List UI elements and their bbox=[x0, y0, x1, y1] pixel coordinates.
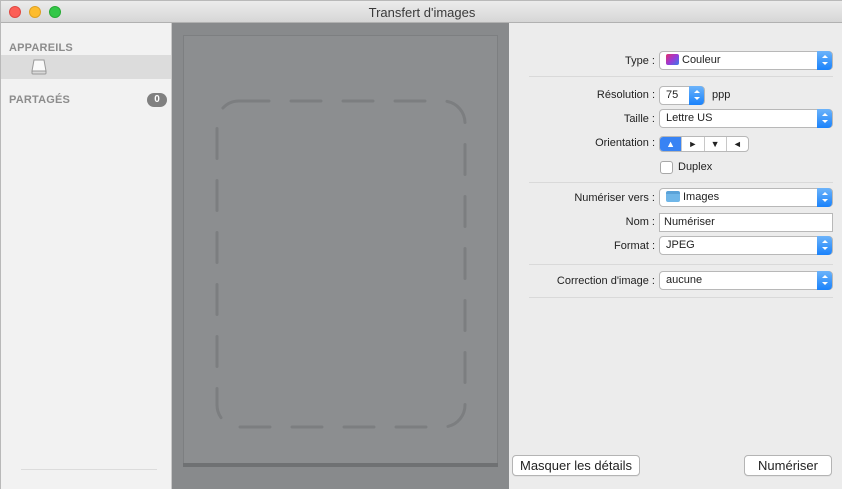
portrait-inverted-icon[interactable]: ▼ bbox=[705, 137, 727, 151]
color-mode-icon bbox=[666, 54, 679, 65]
scanner-drive-icon bbox=[31, 59, 47, 75]
scan-settings-panel: Type : Couleur Résolution : 75 ppp Taill… bbox=[509, 23, 842, 489]
orientation-segmented-control: ▲ ► ▼ ◄ bbox=[659, 136, 749, 152]
scan-to-value: Images bbox=[683, 191, 720, 203]
orientation-label: Orientation : bbox=[595, 137, 655, 149]
image-correction-value: aucune bbox=[666, 274, 703, 286]
type-value: Couleur bbox=[682, 54, 721, 66]
type-label: Type : bbox=[625, 55, 655, 67]
duplex-label: Duplex bbox=[678, 161, 713, 173]
name-field[interactable]: Numériser bbox=[659, 213, 833, 232]
hide-details-button[interactable]: Masquer les détails bbox=[512, 455, 640, 476]
scan-to-popup[interactable]: Images bbox=[659, 188, 833, 207]
type-popup[interactable]: Couleur bbox=[659, 51, 833, 70]
name-label: Nom : bbox=[625, 216, 655, 228]
format-value: JPEG bbox=[666, 239, 695, 251]
chevron-updown-icon bbox=[817, 271, 832, 290]
scan-to-label: Numériser vers : bbox=[574, 192, 655, 204]
scan-area-selection-frame[interactable] bbox=[215, 99, 467, 429]
devices-section-header: APPAREILS bbox=[9, 42, 73, 54]
chevron-updown-icon bbox=[817, 51, 832, 70]
preview-bottom-bar bbox=[183, 463, 498, 467]
size-popup[interactable]: Lettre US bbox=[659, 109, 833, 128]
title-bar: Transfert d'images bbox=[1, 1, 842, 23]
format-label: Format : bbox=[614, 240, 655, 252]
separator bbox=[529, 264, 833, 265]
format-popup[interactable]: JPEG bbox=[659, 236, 833, 255]
resolution-value: 75 bbox=[666, 89, 679, 101]
image-correction-label: Correction d'image : bbox=[556, 275, 655, 287]
chevron-updown-icon bbox=[689, 86, 704, 105]
sidebar: APPAREILS PARTAGÉS 0 bbox=[1, 23, 172, 489]
shared-count-badge: 0 bbox=[147, 93, 167, 107]
sidebar-item-scanner[interactable] bbox=[1, 55, 171, 79]
chevron-updown-icon bbox=[817, 109, 832, 128]
shared-section-header: PARTAGÉS bbox=[9, 94, 71, 106]
window-title: Transfert d'images bbox=[368, 5, 476, 20]
landscape-right-icon[interactable]: ► bbox=[682, 137, 705, 151]
sidebar-divider bbox=[21, 469, 157, 470]
separator bbox=[529, 182, 833, 183]
size-label: Taille : bbox=[623, 113, 655, 125]
chevron-updown-icon bbox=[817, 236, 832, 255]
separator bbox=[529, 297, 833, 298]
app-window: Transfert d'images APPAREILS PARTAGÉS 0 … bbox=[0, 0, 842, 489]
resolution-label: Résolution : bbox=[596, 89, 655, 101]
scan-button[interactable]: Numériser bbox=[744, 455, 832, 476]
separator bbox=[529, 76, 833, 77]
folder-icon bbox=[666, 191, 680, 202]
landscape-left-icon[interactable]: ◄ bbox=[727, 137, 748, 151]
size-value: Lettre US bbox=[666, 112, 713, 124]
chevron-updown-icon bbox=[817, 188, 832, 207]
duplex-checkbox[interactable] bbox=[660, 161, 673, 174]
resolution-unit: ppp bbox=[712, 89, 731, 101]
resolution-popup[interactable]: 75 bbox=[659, 86, 705, 105]
portrait-upright-icon[interactable]: ▲ bbox=[660, 137, 683, 151]
image-correction-popup[interactable]: aucune bbox=[659, 271, 833, 290]
